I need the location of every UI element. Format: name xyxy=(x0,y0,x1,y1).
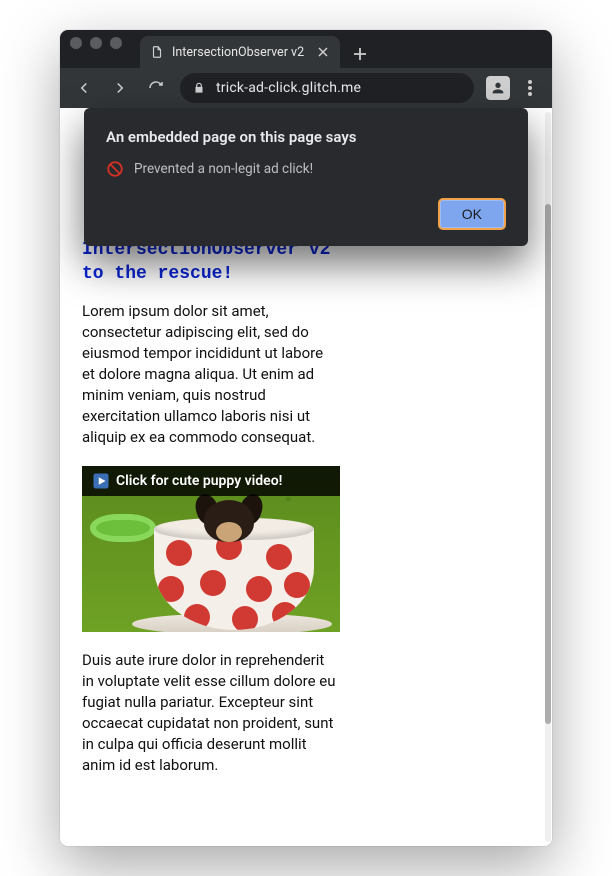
lock-icon xyxy=(192,81,206,95)
ad-caption-text: Click for cute puppy video! xyxy=(116,473,282,489)
no-entry-icon xyxy=(106,160,124,178)
dialog-body: Prevented a non-legit ad click! xyxy=(106,160,506,178)
tab-strip: IntersectionObserver v2 xyxy=(60,30,552,68)
window-controls xyxy=(70,30,140,68)
close-tab-icon[interactable] xyxy=(316,45,330,59)
toolbar-right xyxy=(482,72,544,104)
js-alert-dialog: An embedded page on this page says Preve… xyxy=(84,108,528,246)
green-lid xyxy=(90,514,156,542)
window-zoom-dot[interactable] xyxy=(110,37,122,49)
scrollbar-thumb[interactable] xyxy=(545,204,551,724)
kebab-menu-icon[interactable] xyxy=(516,80,544,96)
profile-button[interactable] xyxy=(482,72,514,104)
ad-banner[interactable]: Click for cute puppy video! xyxy=(82,466,340,632)
ok-button[interactable]: OK xyxy=(438,198,506,230)
back-button[interactable] xyxy=(68,72,100,104)
new-tab-button[interactable] xyxy=(346,40,374,68)
tab-row: IntersectionObserver v2 xyxy=(140,30,552,68)
toolbar: trick-ad-click.glitch.me xyxy=(60,68,552,108)
address-bar[interactable]: trick-ad-click.glitch.me xyxy=(180,73,474,103)
browser-window: IntersectionObserver v2 xyxy=(60,30,552,846)
forward-button[interactable] xyxy=(104,72,136,104)
window-minimize-dot[interactable] xyxy=(90,37,102,49)
tab-title: IntersectionObserver v2 xyxy=(172,45,308,60)
avatar-icon xyxy=(486,76,510,100)
dialog-message: Prevented a non-legit ad click! xyxy=(134,161,313,177)
window-close-dot[interactable] xyxy=(70,37,82,49)
dialog-actions: OK xyxy=(106,198,506,230)
browser-tab[interactable]: IntersectionObserver v2 xyxy=(140,36,340,68)
play-icon xyxy=(92,472,110,490)
paragraph-2: Duis aute irure dolor in reprehenderit i… xyxy=(82,650,337,776)
puppy xyxy=(194,492,264,552)
reload-button[interactable] xyxy=(140,72,172,104)
dialog-title: An embedded page on this page says xyxy=(106,128,506,146)
url-text: trick-ad-click.glitch.me xyxy=(216,80,361,96)
page-icon xyxy=(150,45,164,59)
scrollbar-track[interactable] xyxy=(545,112,551,842)
ad-caption-bar: Click for cute puppy video! xyxy=(82,466,340,496)
paragraph-1: Lorem ipsum dolor sit amet, consectetur … xyxy=(82,301,337,448)
